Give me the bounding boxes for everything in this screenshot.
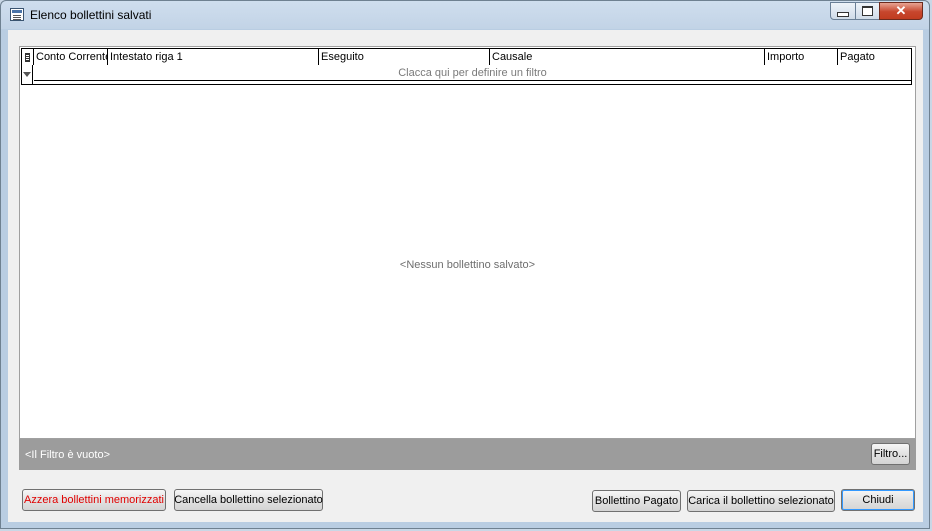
minimize-icon bbox=[837, 11, 849, 17]
filter-funnel-icon bbox=[22, 65, 33, 84]
payments-grid[interactable]: Conto Corrente Intestato riga 1 Eseguito… bbox=[19, 46, 916, 439]
maximize-icon bbox=[862, 6, 873, 16]
maximize-button[interactable] bbox=[855, 2, 880, 20]
empty-grid-message: <Nessun bollettino salvato> bbox=[399, 259, 536, 271]
window-controls: ✕ bbox=[830, 2, 923, 20]
grid-header: Conto Corrente Intestato riga 1 Eseguito… bbox=[21, 48, 912, 66]
filter-row[interactable]: Clacca qui per definire un filtro bbox=[21, 65, 912, 85]
close-window-button[interactable]: ✕ bbox=[879, 2, 923, 20]
window-app-icon bbox=[10, 8, 24, 21]
filter-button[interactable]: Filtro... bbox=[871, 443, 910, 465]
column-chooser-icon[interactable] bbox=[22, 49, 33, 65]
column-intestato[interactable]: Intestato riga 1 bbox=[107, 49, 318, 65]
delete-selected-button[interactable]: Cancella bollettino selezionato bbox=[174, 489, 323, 511]
column-eseguito[interactable]: Eseguito bbox=[318, 49, 489, 65]
filter-row-divider bbox=[34, 80, 911, 85]
saved-payments-window: Elenco bollettini salvati ✕ Conto Corren… bbox=[0, 0, 930, 529]
client-area: Conto Corrente Intestato riga 1 Eseguito… bbox=[8, 30, 923, 522]
column-causale[interactable]: Causale bbox=[489, 49, 764, 65]
filter-hint[interactable]: Clacca qui per definire un filtro bbox=[34, 67, 911, 79]
close-icon: ✕ bbox=[895, 3, 907, 18]
close-button[interactable]: Chiudi bbox=[841, 489, 915, 511]
minimize-button[interactable] bbox=[830, 2, 856, 20]
reset-saved-button[interactable]: Azzera bollettini memorizzati bbox=[22, 489, 166, 511]
filter-status-text: <Il Filtro è vuoto> bbox=[25, 449, 110, 461]
mark-paid-button[interactable]: Bollettino Pagato bbox=[592, 490, 681, 512]
filter-status-bar: <Il Filtro è vuoto> Filtro... bbox=[19, 439, 916, 470]
load-selected-button[interactable]: Carica il bollettino selezionato bbox=[687, 490, 835, 512]
column-importo[interactable]: Importo bbox=[764, 49, 837, 65]
window-title: Elenco bollettini salvati bbox=[30, 8, 152, 22]
column-pagato[interactable]: Pagato bbox=[837, 49, 911, 65]
title-bar[interactable]: Elenco bollettini salvati ✕ bbox=[1, 1, 929, 29]
column-conto-corrente[interactable]: Conto Corrente bbox=[33, 49, 107, 65]
